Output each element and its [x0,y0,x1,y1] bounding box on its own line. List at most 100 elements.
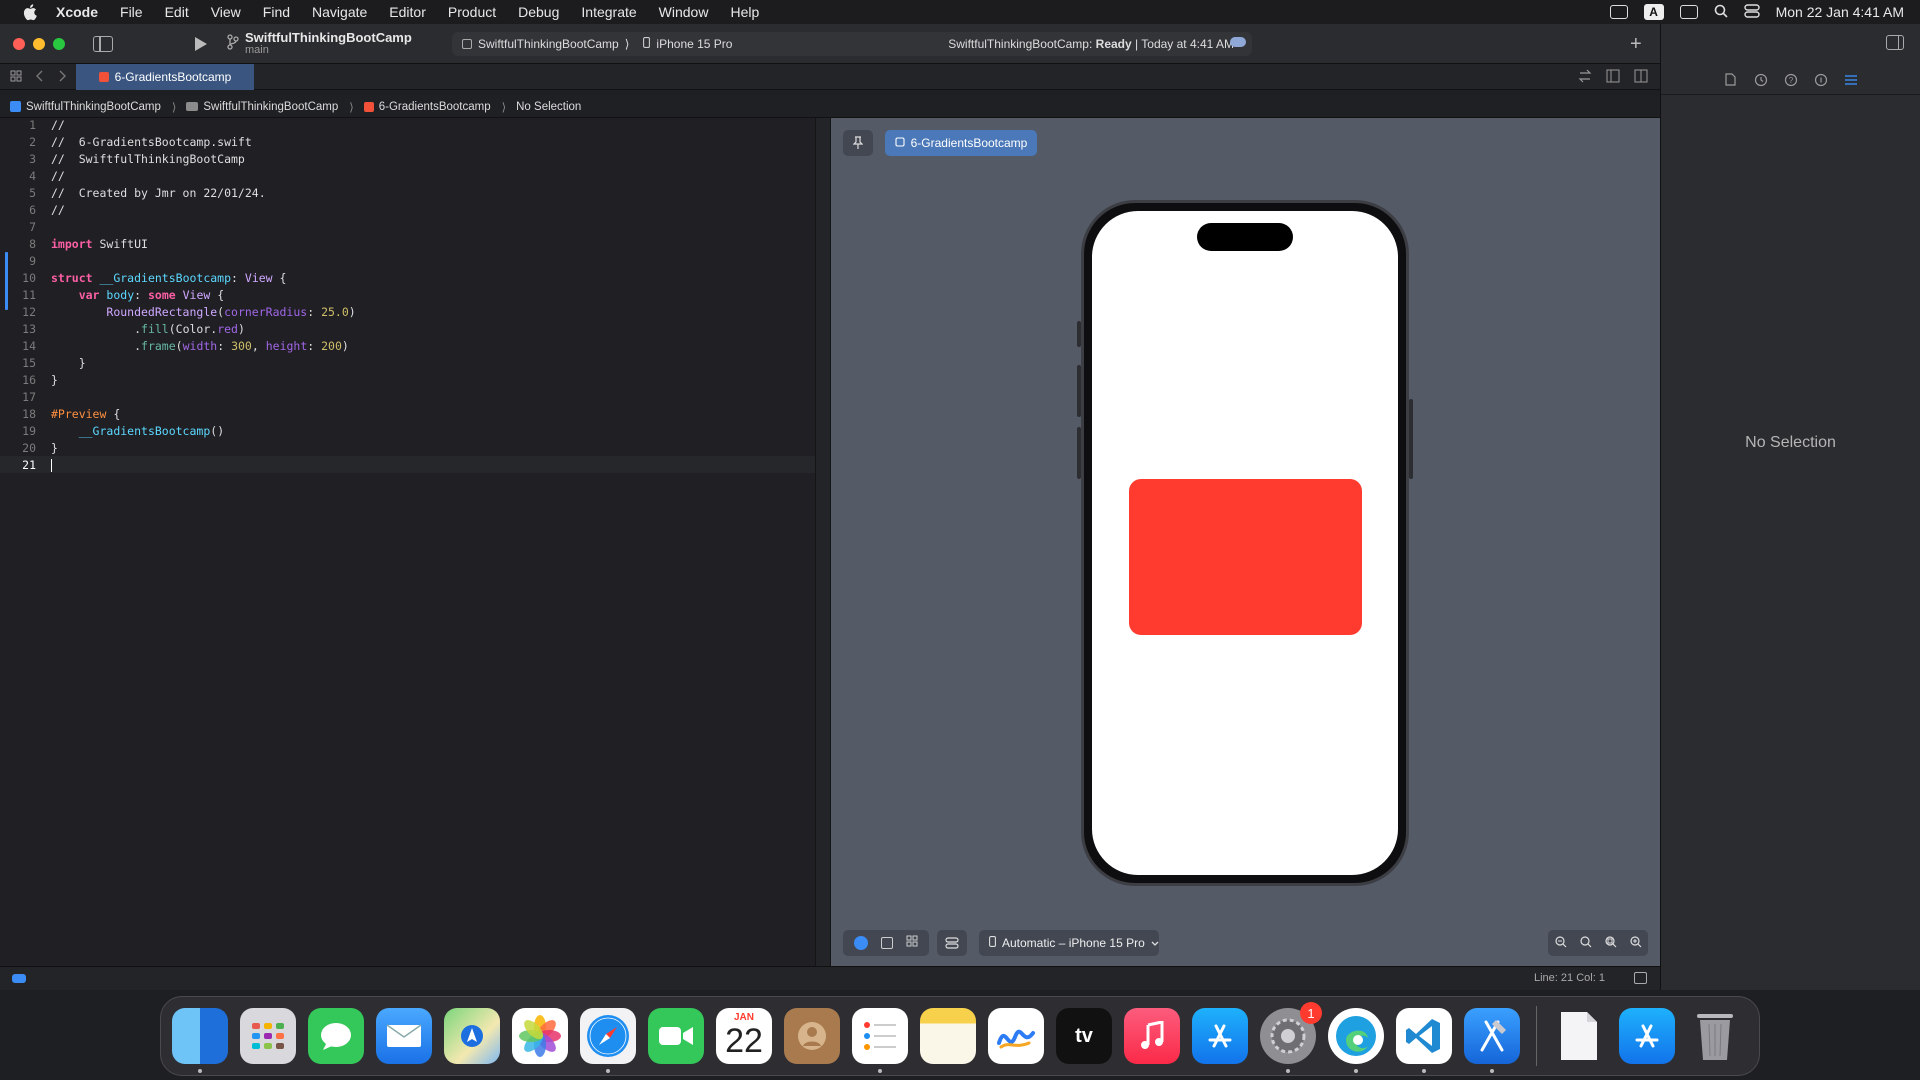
preview-canvas[interactable]: 6-GradientsBootcamp Automatic – iPhone 1… [831,118,1660,966]
run-icon[interactable] [195,36,207,51]
cloud-status-icon[interactable] [1230,37,1246,47]
chevron-down-icon [1151,936,1159,950]
photos-icon[interactable] [512,1008,568,1064]
trash-icon[interactable] [1687,1008,1743,1064]
code-punct: ) [237,321,245,336]
menu-edit[interactable]: Edit [165,4,189,20]
menu-navigate[interactable]: Navigate [312,4,367,20]
source-editor[interactable]: 1 // 2 // 6-GradientsBootcamp.swift 3 // Sw… [0,118,815,966]
preview-device-selector[interactable]: Automatic – iPhone 15 Pro [979,930,1159,956]
pin-preview-button[interactable] [843,130,873,156]
menu-integrate[interactable]: Integrate [581,4,636,20]
forward-icon[interactable] [58,69,66,85]
breadcrumb-label: SwiftfulThinkingBootCamp [26,100,161,113]
navigator-toggle-icon[interactable] [93,35,113,52]
related-items-icon[interactable] [10,69,22,85]
dynamic-island [1197,223,1293,251]
line-number: 8 [29,236,36,251]
screen-mirror-icon[interactable] [1609,5,1628,19]
back-icon[interactable] [36,69,44,85]
line-number: 14 [22,338,36,353]
project-title[interactable]: SwiftfulThinkingBootCamp main [245,31,412,57]
calendar-icon[interactable]: JAN 22 [716,1008,772,1064]
menu-debug[interactable]: Debug [518,4,559,20]
zoom-actual-icon[interactable] [1579,935,1592,951]
device-screen[interactable] [1092,211,1398,875]
facetime-icon[interactable] [648,1008,704,1064]
menu-find[interactable]: Find [263,4,290,20]
safari-icon[interactable] [580,1008,636,1073]
reminders-icon[interactable] [852,1008,908,1073]
attributes-inspector-icon[interactable] [1843,72,1859,88]
zoom-fit-icon[interactable] [1604,935,1617,951]
live-mode-icon[interactable] [853,936,868,950]
minimize-window-button[interactable] [33,37,45,50]
notes-icon[interactable] [920,1008,976,1064]
inspector-toggle-icon[interactable] [1886,35,1904,50]
menu-window[interactable]: Window [659,4,709,20]
editor-options-icon[interactable] [1606,69,1620,88]
menu-clock[interactable]: Mon 22 Jan 4:41 AM [1776,4,1904,20]
contacts-icon[interactable] [784,1008,840,1064]
launchpad-icon[interactable] [240,1008,296,1064]
history-inspector-icon[interactable] [1753,72,1769,88]
selectable-mode-icon[interactable] [880,937,893,949]
breadcrumb-file[interactable]: 6-GradientsBootcamp ⟩ [363,100,506,114]
device-settings-button[interactable] [937,930,967,956]
scheme-selector[interactable]: SwiftfulThinkingBootCamp ⟩ [462,37,629,51]
apple-tv-icon[interactable]: tv [1056,1008,1112,1064]
breadcrumb-project[interactable]: SwiftfulThinkingBootCamp ⟩ [10,100,176,114]
line-number: 11 [22,287,36,302]
line-number: 7 [29,219,36,234]
mail-icon[interactable] [376,1008,432,1064]
document-icon[interactable] [1551,1008,1607,1064]
file-inspector-icon[interactable] [1723,72,1739,88]
freeform-icon[interactable] [988,1008,1044,1064]
zoom-window-button[interactable] [53,37,65,50]
code-text: // Created by Jmr on 22/01/24. [51,185,266,200]
swap-editor-icon[interactable] [1578,69,1592,88]
tab-gradients-bootcamp[interactable]: 6-GradientsBootcamp [76,64,254,90]
control-center-icon[interactable] [1743,3,1760,21]
debug-area-toggle-icon[interactable] [12,974,26,983]
add-library-button[interactable]: + [1630,34,1642,54]
breadcrumb-symbol[interactable]: No Selection [516,101,581,113]
branch-icon [227,34,239,53]
split-editor-icon[interactable] [1634,69,1648,88]
zoom-out-icon[interactable] [1554,935,1567,951]
app-store-icon[interactable] [1192,1008,1248,1064]
apple-menu-icon[interactable] [20,3,38,21]
finder-icon[interactable] [172,1008,228,1073]
menu-help[interactable]: Help [730,4,759,20]
tab-navigation [10,69,66,85]
variants-icon[interactable] [906,934,918,952]
window-icon[interactable] [1679,5,1698,19]
menu-view[interactable]: View [211,4,241,20]
preview-tab[interactable]: 6-GradientsBootcamp [885,130,1037,156]
debug-area-icon[interactable] [1634,972,1647,984]
breadcrumb-folder[interactable]: SwiftfulThinkingBootCamp ⟩ [186,100,354,114]
input-source-icon[interactable]: A [1643,4,1664,20]
downloads-folder-icon[interactable] [1619,1008,1675,1064]
menu-product[interactable]: Product [448,4,496,20]
rounded-rectangle[interactable] [1129,479,1362,635]
code-punct: } [51,372,58,387]
music-icon[interactable] [1124,1008,1180,1064]
quick-help-icon[interactable]: ? [1783,72,1799,88]
zoom-in-icon[interactable] [1629,935,1642,951]
menu-file[interactable]: File [120,4,143,20]
search-icon[interactable] [1714,4,1728,21]
run-destination-selector[interactable]: iPhone 15 Pro [643,37,732,51]
close-window-button[interactable] [13,37,25,50]
vscode-icon[interactable] [1396,1008,1452,1073]
accessibility-inspector-icon[interactable] [1813,72,1829,88]
edge-browser-icon[interactable] [1328,1008,1384,1073]
xcode-icon[interactable] [1464,1008,1520,1073]
menu-app-name[interactable]: Xcode [56,4,98,20]
messages-icon[interactable] [308,1008,364,1064]
menu-editor[interactable]: Editor [389,4,426,20]
system-settings-icon[interactable]: 1 [1260,1002,1322,1073]
editor-divider[interactable] [815,118,831,966]
maps-icon[interactable] [444,1008,500,1064]
line-number: 2 [29,134,36,149]
